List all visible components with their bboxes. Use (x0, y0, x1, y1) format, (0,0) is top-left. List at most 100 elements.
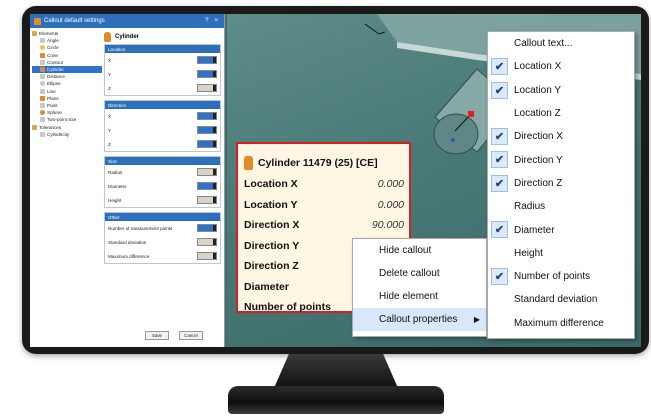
visibility-toggle[interactable] (197, 224, 217, 232)
point-icon (40, 102, 45, 108)
menu-item-hide-element[interactable]: Hide element (353, 285, 486, 308)
visibility-toggle[interactable] (197, 140, 217, 148)
callout-properties-submenu: Callout text... ✔ Location X ✔ Location Y Loc… (487, 31, 635, 339)
submenu-item[interactable]: ✔ Location Y (488, 79, 634, 102)
tree-item-cone[interactable]: Cone (32, 52, 102, 59)
tree-item-tolerances[interactable]: Tolerances (32, 123, 102, 130)
properties-panel: Cylinder Location X Y Z Direction X Y Z Size Radi… (104, 30, 221, 268)
folder-icon (32, 124, 37, 130)
tree-item-line[interactable]: Line (32, 88, 102, 95)
submenu-item[interactable]: ✔ Number of points (488, 265, 634, 288)
visibility-toggle[interactable] (197, 252, 217, 260)
visibility-toggle[interactable] (197, 112, 217, 120)
setting-label: Radius (108, 169, 123, 175)
checkmark-icon: ✔ (491, 174, 508, 192)
line-icon (40, 88, 45, 94)
tree-item-distance[interactable]: Distance (32, 73, 102, 80)
setting-row: Maximum difference (105, 249, 220, 263)
submenu-item[interactable]: Standard deviation (488, 288, 634, 311)
submenu-item[interactable]: Maximum difference (488, 312, 634, 335)
monitor-frame: Callout default settings ? × Elements An… (22, 6, 649, 354)
submenu-item[interactable]: Location Z (488, 102, 634, 125)
menu-item-delete-callout[interactable]: Delete callout (353, 262, 486, 285)
visibility-toggle[interactable] (197, 56, 217, 64)
plane-icon (40, 95, 45, 101)
checkmark-icon: ✔ (491, 128, 508, 146)
visibility-toggle[interactable] (197, 182, 217, 190)
setting-label: Z (108, 141, 111, 147)
submenu-item-label: Direction Y (514, 154, 563, 166)
help-button[interactable]: ? (205, 18, 208, 24)
cancel-button[interactable]: Cancel (179, 331, 203, 340)
tree-item-contour[interactable]: Contour (32, 59, 102, 66)
visibility-toggle[interactable] (197, 196, 217, 204)
submenu-item[interactable]: ✔ Direction X (488, 125, 634, 148)
callout-value: 90.000 (371, 219, 404, 232)
visibility-toggle[interactable] (197, 168, 217, 176)
submenu-item[interactable]: Callout text... (488, 32, 634, 55)
checkmark-icon: ✔ (491, 151, 508, 169)
setting-label: Standard deviation (108, 239, 147, 245)
visibility-toggle[interactable] (197, 238, 217, 246)
group-header[interactable]: Direction (105, 101, 220, 109)
setting-row: Number of measurement points (105, 221, 220, 235)
setting-row: Standard deviation (105, 235, 220, 249)
visibility-toggle[interactable] (197, 84, 217, 92)
callout-anchor[interactable] (468, 111, 474, 117)
close-button[interactable]: × (214, 18, 218, 24)
folder-icon (32, 31, 37, 37)
tree-item-elements[interactable]: Elements (32, 30, 102, 37)
submenu-item[interactable]: ✔ Location X (488, 55, 634, 78)
dialog-titlebar: Callout default settings ? × (30, 14, 224, 28)
checkmark-icon: ✔ (491, 81, 508, 99)
visibility-toggle[interactable] (197, 126, 217, 134)
submenu-item[interactable]: Height (488, 242, 634, 265)
setting-row: X (105, 109, 220, 123)
submenu-item[interactable]: Radius (488, 195, 634, 218)
submenu-item-label: Location Y (514, 84, 562, 96)
tree-item-circle[interactable]: Circle (32, 44, 102, 51)
group-header[interactable]: Size (105, 157, 220, 165)
submenu-item[interactable]: ✔ Direction Z (488, 172, 634, 195)
tree-item-ellipse[interactable]: Ellipse (32, 80, 102, 87)
tree-item-sphere[interactable]: Sphere (32, 109, 102, 116)
distance-icon (40, 74, 45, 80)
menu-item-callout-properties[interactable]: Callout properties ▶ (353, 308, 486, 331)
sphere-icon (40, 110, 45, 116)
ellipse-icon (40, 81, 45, 87)
settings-group-location: Location X Y Z (104, 44, 221, 96)
submenu-item-label: Standard deviation (514, 294, 598, 306)
settings-groups: Location X Y Z Direction X Y Z Size Radius Diamete… (104, 44, 221, 264)
setting-label: Maximum difference (108, 253, 150, 259)
checkmark-icon: ✔ (491, 58, 508, 76)
cylinder-icon (40, 67, 45, 73)
callout-row: Direction X 90.000 (244, 215, 404, 236)
callout-row: Location X 0.000 (244, 174, 404, 195)
cylinder-icon (244, 156, 253, 170)
submenu-item[interactable]: ✔ Diameter (488, 218, 634, 241)
submenu-arrow-icon: ▶ (473, 315, 480, 324)
submenu-item[interactable]: ✔ Direction Y (488, 148, 634, 171)
group-header[interactable]: Location (105, 45, 220, 53)
tree-item-two-point-size[interactable]: Two-point size (32, 116, 102, 123)
setting-row: Y (105, 67, 220, 81)
app-icon (34, 17, 41, 25)
submenu-item-label: Height (514, 247, 543, 259)
tree-item-plane[interactable]: Plane (32, 95, 102, 102)
save-button[interactable]: Save (145, 331, 169, 340)
callout-label: Direction Y (244, 239, 300, 252)
group-header[interactable]: Other (105, 213, 220, 221)
tree-item-point[interactable]: Point (32, 102, 102, 109)
callout-value: 0.000 (377, 178, 404, 191)
tree-item-cylinder[interactable]: Cylinder (32, 65, 102, 74)
submenu-item-label: Direction Z (514, 177, 563, 189)
checkmark-icon: ✔ (491, 221, 508, 239)
callout-label: Number of points (244, 301, 331, 314)
menu-item-hide-callout[interactable]: Hide callout (353, 239, 486, 262)
submenu-item-label: Location Z (514, 108, 561, 120)
visibility-toggle[interactable] (197, 70, 217, 78)
tree-item-cylindricity[interactable]: Cylindricity (32, 131, 102, 138)
tree-item-angle[interactable]: Angle (32, 37, 102, 44)
setting-label: Number of measurement points (108, 225, 173, 231)
monitor-stand-base (228, 386, 444, 414)
